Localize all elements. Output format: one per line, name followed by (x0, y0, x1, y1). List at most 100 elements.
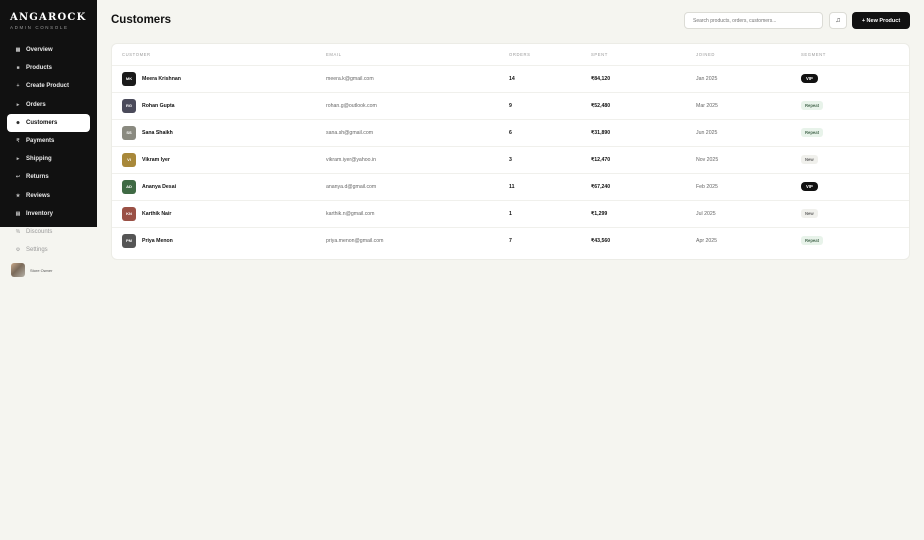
percent-icon: % (15, 228, 21, 235)
cell-segment: Repeat (801, 118, 909, 146)
table-row[interactable]: VI Vikram Iyer vikram.iyer@yahoo.in 3 ₹12,47… (112, 145, 909, 173)
cell-email: karthik.n@gmail.com (326, 199, 509, 227)
cell-spent: ₹52,480 (591, 91, 696, 119)
notifications-button[interactable]: ♫ (829, 12, 847, 29)
column-header-joined[interactable]: JOINED (696, 44, 801, 65)
truck-icon: ▸ (16, 156, 20, 163)
inventory-icon: ▤ (15, 210, 21, 217)
new-product-button[interactable]: + New Product (852, 12, 910, 29)
customer-name[interactable]: Rohan Gupta (142, 103, 175, 109)
plus-icon: + (16, 83, 20, 90)
column-header-orders[interactable]: ORDERS (509, 44, 591, 65)
table-row[interactable]: RG Rohan Gupta rohan.g@outlook.com 9 ₹52,480… (112, 91, 909, 119)
cell-orders: 1 (509, 199, 591, 227)
cell-segment: New (801, 199, 909, 227)
page-title: Customers (111, 14, 172, 26)
cell-spent: ₹12,470 (591, 145, 696, 173)
cell-joined: Mar 2025 (696, 91, 801, 119)
cell-customer: VI Vikram Iyer (112, 145, 326, 173)
cell-joined: Jul 2025 (696, 199, 801, 227)
segment-badge: Repeat (801, 101, 823, 110)
cell-orders: 7 (509, 226, 591, 254)
table-row[interactable]: AD Ananya Desai ananya.d@gmail.com 11 ₹67,24… (112, 172, 909, 200)
cell-customer: KN Karthik Nair (112, 199, 326, 227)
cell-orders: 6 (509, 118, 591, 146)
sidebar-item-products[interactable]: ■ Products (7, 59, 90, 77)
sidebar-item-label: Shipping (26, 156, 52, 163)
sidebar-item-orders[interactable]: ▸ Orders (7, 96, 90, 114)
cell-spent: ₹84,120 (591, 64, 696, 92)
cell-joined: Apr 2025 (696, 226, 801, 254)
segment-badge: New (801, 155, 818, 164)
avatar: KN (122, 206, 136, 221)
rupee-icon: ₹ (16, 138, 20, 145)
sidebar-item-shipping[interactable]: ▸ Shipping (7, 150, 90, 168)
customer-name[interactable]: Meera Krishnan (142, 76, 181, 82)
user-name: Store Owner (30, 267, 53, 273)
brand-subtitle: ADMIN CONSOLE (10, 25, 69, 30)
search-input[interactable] (684, 12, 823, 29)
sidebar-item-label: Payments (26, 138, 55, 145)
sidebar-item-create-product[interactable]: + Create Product (7, 77, 90, 95)
sidebar-item-discounts[interactable]: % Discounts (7, 223, 90, 241)
cell-customer: SS Sana Shaikh (112, 118, 326, 146)
cell-customer: PM Priya Menon (112, 226, 326, 254)
table-row[interactable]: PM Priya Menon priya.menon@gmail.com 7 ₹43,5… (112, 226, 909, 254)
customer-name[interactable]: Priya Menon (142, 238, 173, 244)
column-header-spent[interactable]: SPENT (591, 44, 696, 65)
sidebar-item-overview[interactable]: ▦ Overview (7, 41, 90, 59)
table-row[interactable]: SS Sana Shaikh sana.sh@gmail.com 6 ₹31,890 Ju… (112, 118, 909, 146)
brand: ANGAROCK ADMIN CONSOLE (10, 12, 86, 30)
avatar: VI (122, 152, 136, 167)
sidebar-item-payments[interactable]: ₹ Payments (7, 132, 90, 150)
sidebar-item-returns[interactable]: ↩ Returns (7, 168, 90, 186)
sidebar-item-label: Orders (26, 101, 46, 108)
table-row[interactable]: KN Karthik Nair karthik.n@gmail.com 1 ₹1,299… (112, 199, 909, 227)
column-header-segment[interactable]: SEGMENT (801, 44, 909, 65)
sidebar-item-customers[interactable]: ☻ Customers (7, 113, 90, 132)
sidebar-nav: ▦ Overview ■ Products + Create Product ▸ Orders… (7, 41, 90, 259)
column-header-customer[interactable]: CUSTOMER (112, 44, 326, 65)
sidebar-item-label: Settings (26, 247, 48, 254)
sidebar-item-reviews[interactable]: ★ Reviews (7, 187, 90, 205)
cell-customer: MK Meera Krishnan (112, 64, 326, 92)
cell-orders: 3 (509, 145, 591, 173)
sidebar-item-settings[interactable]: ⚙ Settings (7, 241, 90, 259)
cell-email: rohan.g@outlook.com (326, 91, 509, 119)
cell-spent: ₹1,299 (591, 199, 696, 227)
table-row[interactable]: MK Meera Krishnan meera.k@gmail.com 14 ₹84,1… (112, 64, 909, 92)
avatar: RG (122, 98, 136, 113)
segment-badge: VIP (801, 74, 818, 83)
sidebar-item-inventory[interactable]: ▤ Inventory (7, 205, 90, 223)
segment-badge: Repeat (801, 128, 823, 137)
cell-email: meera.k@gmail.com (326, 64, 509, 92)
cell-email: priya.menon@gmail.com (326, 226, 509, 254)
avatar: AD (122, 179, 136, 194)
cell-joined: Jun 2025 (696, 118, 801, 146)
user-profile[interactable]: Store Owner (11, 263, 52, 277)
cell-segment: VIP (801, 172, 909, 200)
cell-email: ananya.d@gmail.com (326, 172, 509, 200)
avatar: SS (122, 125, 136, 140)
customer-name[interactable]: Ananya Desai (142, 184, 176, 190)
avatar: PM (122, 233, 136, 248)
orders-icon: ▸ (16, 101, 20, 108)
star-icon: ★ (15, 192, 21, 199)
cell-joined: Feb 2025 (696, 172, 801, 200)
cell-segment: Repeat (801, 226, 909, 254)
sidebar-item-label: Overview (26, 47, 53, 54)
segment-badge: Repeat (801, 236, 823, 246)
cell-spent: ₹67,240 (591, 172, 696, 200)
sidebar-item-label: Discounts (26, 228, 53, 235)
gear-icon: ⚙ (15, 247, 21, 254)
customer-name[interactable]: Vikram Iyer (142, 157, 170, 163)
column-header-email[interactable]: EMAIL (326, 44, 509, 65)
sidebar-item-label: Products (26, 65, 53, 72)
grid-icon: ▦ (15, 47, 21, 54)
customer-name[interactable]: Karthik Nair (142, 211, 171, 217)
cell-orders: 11 (509, 172, 591, 200)
sidebar-item-label: Reviews (26, 192, 51, 199)
customer-name[interactable]: Sana Shaikh (142, 130, 173, 136)
segment-badge: New (801, 209, 818, 218)
cell-email: sana.sh@gmail.com (326, 118, 509, 146)
